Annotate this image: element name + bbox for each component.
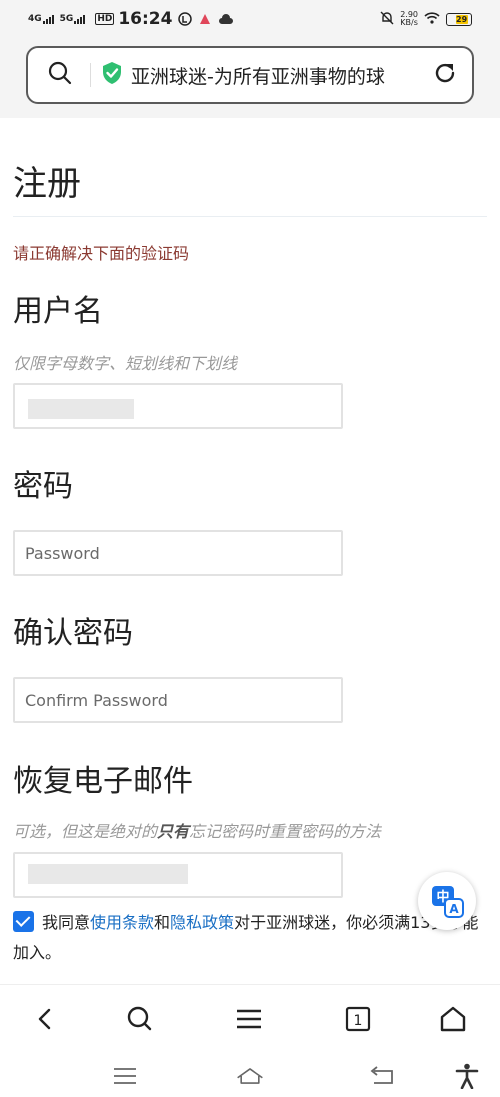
app-notification-icon bbox=[178, 12, 193, 26]
redacted-email bbox=[28, 864, 188, 884]
recovery-email-hint: 可选，但这是绝对的只有忘记密码时重置密码的方法 bbox=[13, 818, 381, 842]
back-button[interactable] bbox=[27, 1001, 63, 1037]
signal-4g-label: 4G bbox=[28, 13, 42, 24]
recovery-email-label: 恢复电子邮件 bbox=[13, 764, 193, 799]
network-speed-unit: KB/s bbox=[400, 18, 418, 27]
username-label: 用户名 bbox=[13, 294, 103, 329]
page-content: 注册 请正确解决下面的验证码 用户名 仅限字母数字、短划线和下划线 密码 确认密… bbox=[0, 118, 500, 984]
agree-checkbox[interactable] bbox=[13, 911, 34, 932]
signal-indicator-2: 5G bbox=[59, 13, 86, 24]
system-home-icon bbox=[237, 1068, 263, 1084]
menu-button[interactable] bbox=[231, 1001, 267, 1037]
home-button[interactable] bbox=[435, 1001, 471, 1037]
confirm-password-label: 确认密码 bbox=[13, 616, 133, 651]
signal-bars-icon bbox=[74, 14, 86, 24]
search-icon[interactable] bbox=[48, 61, 72, 89]
status-bar: 4G 5G HD 16:24 2.90 KB/s 29 bbox=[0, 0, 500, 38]
password-field[interactable] bbox=[13, 530, 343, 576]
system-back-icon bbox=[370, 1066, 393, 1084]
agree-and-text: 和 bbox=[154, 913, 171, 932]
signal-5g-label: 5G bbox=[59, 13, 74, 24]
page-url-title[interactable]: 亚洲球迷-为所有亚洲事物的球 bbox=[131, 62, 432, 89]
email-hint-text: 可选，但这是绝对的 bbox=[13, 822, 158, 841]
accessibility-icon bbox=[455, 1063, 479, 1089]
app-notification-icon-2 bbox=[198, 12, 212, 26]
address-divider bbox=[90, 63, 91, 87]
svg-text:A: A bbox=[449, 902, 459, 916]
search-button[interactable] bbox=[122, 1001, 158, 1037]
system-back-button[interactable] bbox=[367, 1064, 397, 1088]
search-icon bbox=[127, 1006, 152, 1031]
captcha-error-message: 请正确解决下面的验证码 bbox=[13, 244, 190, 263]
home-icon bbox=[440, 1006, 466, 1032]
translate-button[interactable]: 中 A bbox=[418, 872, 476, 930]
page-title: 注册 bbox=[13, 164, 81, 204]
signal-bars-icon bbox=[42, 14, 54, 24]
redacted-username bbox=[28, 399, 134, 419]
battery-level: 29 bbox=[456, 14, 468, 24]
clock: 16:24 bbox=[118, 9, 173, 29]
signal-indicator: 4G bbox=[28, 13, 54, 24]
recent-apps-button[interactable] bbox=[110, 1064, 140, 1088]
terms-of-use-link[interactable]: 使用条款 bbox=[90, 913, 154, 932]
mute-bell-icon bbox=[380, 11, 394, 28]
tabs-icon: 1 bbox=[345, 1006, 371, 1032]
recents-icon bbox=[114, 1068, 136, 1084]
menu-icon bbox=[237, 1009, 261, 1029]
password-label: 密码 bbox=[13, 469, 73, 504]
agree-text: 我同意 bbox=[42, 913, 91, 932]
browser-address-area: 亚洲球迷-为所有亚洲事物的球 bbox=[0, 38, 500, 118]
confirm-password-field[interactable] bbox=[13, 677, 343, 723]
system-navigation-bar bbox=[0, 1052, 500, 1097]
email-hint-text-2: 忘记密码时重置密码的方法 bbox=[189, 822, 382, 841]
email-hint-emphasis: 只有 bbox=[157, 822, 190, 841]
hd-badge: HD bbox=[95, 13, 115, 25]
browser-toolbar: 1 bbox=[0, 984, 500, 1052]
privacy-policy-link[interactable]: 隐私政策 bbox=[170, 913, 234, 932]
translate-icon: 中 A bbox=[432, 886, 464, 918]
title-divider bbox=[13, 216, 487, 217]
terms-agreement: 我同意使用条款和隐私政策对于亚洲球迷，你必须满13岁才能加入。 bbox=[13, 908, 493, 968]
wifi-icon bbox=[424, 11, 440, 27]
system-home-button[interactable] bbox=[235, 1064, 265, 1088]
reload-icon[interactable] bbox=[432, 60, 458, 90]
secure-shield-icon bbox=[101, 61, 123, 89]
network-speed: 2.90 KB/s bbox=[400, 11, 418, 27]
cloud-icon bbox=[218, 12, 234, 26]
address-bar[interactable]: 亚洲球迷-为所有亚洲事物的球 bbox=[26, 46, 474, 104]
chevron-left-icon bbox=[38, 1008, 51, 1030]
tabs-button[interactable]: 1 bbox=[340, 1001, 376, 1037]
username-hint: 仅限字母数字、短划线和下划线 bbox=[13, 354, 238, 373]
svg-text:1: 1 bbox=[354, 1013, 363, 1029]
battery-icon: 29 bbox=[446, 12, 472, 26]
accessibility-button[interactable] bbox=[452, 1063, 482, 1089]
